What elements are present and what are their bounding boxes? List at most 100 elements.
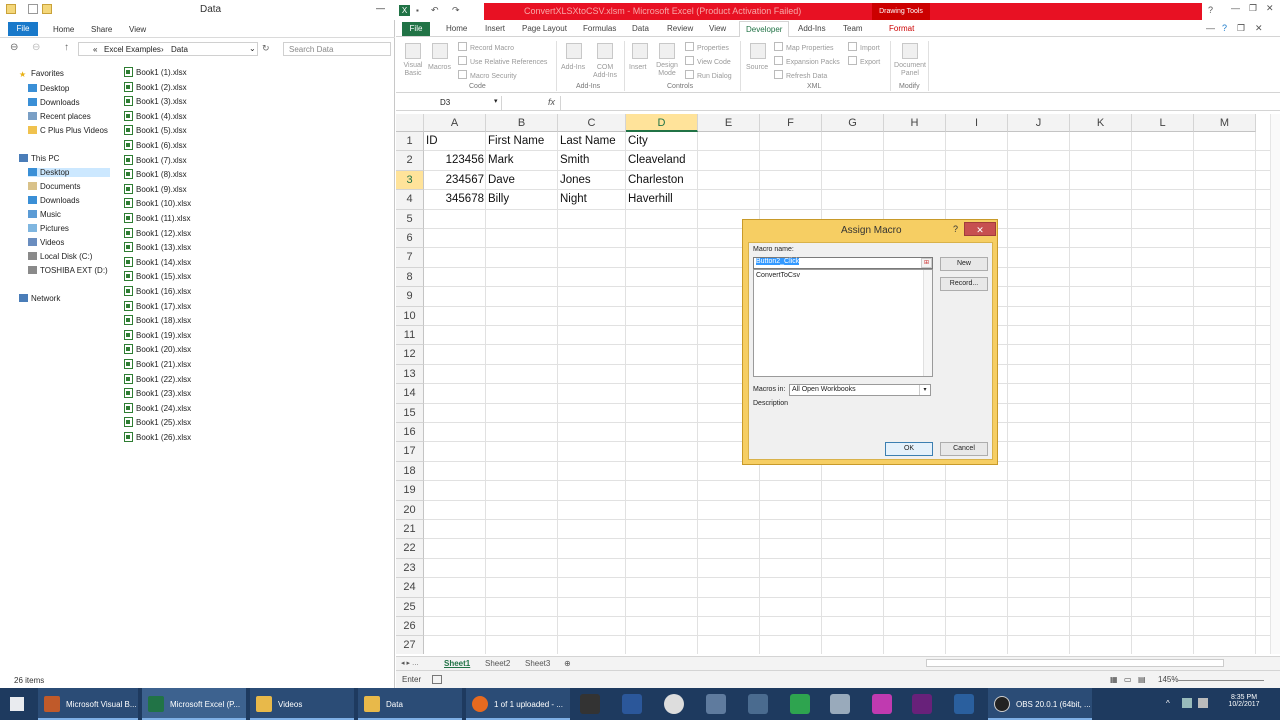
tab-view[interactable]: View	[709, 24, 726, 33]
chevron-down-icon[interactable]: ▾	[494, 97, 498, 105]
chevron-down-icon[interactable]: ▾	[919, 385, 930, 395]
chrome-icon[interactable]	[664, 694, 684, 714]
tab-add-ins[interactable]: Add-Ins	[798, 24, 826, 33]
source-button[interactable]: Source	[746, 64, 768, 71]
file-item[interactable]: Book1 (2).xlsx	[124, 81, 187, 92]
select-all-corner[interactable]	[396, 114, 424, 132]
macro-list[interactable]: ConvertToCsv	[753, 269, 933, 377]
windows-start-icon[interactable]	[10, 697, 24, 711]
horizontal-scrollbar[interactable]	[926, 659, 1224, 667]
app-icon[interactable]	[872, 694, 892, 714]
file-item[interactable]: Book1 (5).xlsx	[124, 125, 187, 136]
taskbar-excel[interactable]: Microsoft Excel (P...	[142, 688, 246, 720]
row-header-20[interactable]: 20	[396, 500, 424, 520]
explorer-tab-view[interactable]: View	[129, 25, 146, 34]
cell-c2[interactable]: Smith	[560, 151, 624, 170]
list-scrollbar[interactable]	[923, 270, 932, 376]
column-header-h[interactable]: H	[884, 114, 946, 132]
macro-name-input[interactable]: Button2_Click	[753, 257, 933, 269]
file-item[interactable]: Book1 (3).xlsx	[124, 96, 187, 107]
row-header-2[interactable]: 2	[396, 151, 424, 171]
macro-record-icon[interactable]	[432, 675, 442, 684]
explorer-tab-home[interactable]: Home	[53, 25, 74, 34]
minimize-icon[interactable]: —	[376, 3, 385, 13]
row-header-12[interactable]: 12	[396, 345, 424, 365]
row-header-15[interactable]: 15	[396, 403, 424, 423]
up-arrow-icon[interactable]: ↑	[64, 42, 69, 53]
sheet-tab-2[interactable]: Sheet2	[485, 659, 510, 668]
view-page-layout-icon[interactable]: ▭	[1124, 675, 1132, 684]
collapse-dialog-icon[interactable]: ⊞	[921, 258, 932, 268]
explorer-tab-file[interactable]: File	[8, 22, 38, 36]
explorer-tab-share[interactable]: Share	[91, 25, 112, 34]
nav-fav-downloads[interactable]: Downloads	[28, 98, 80, 107]
cell-b1[interactable]: First Name	[488, 132, 556, 151]
nav-pc-toshiba[interactable]: TOSHIBA EXT (D:)	[28, 266, 108, 275]
list-item[interactable]: ConvertToCsv	[756, 272, 800, 279]
back-icon[interactable]: ⊖	[10, 42, 18, 53]
column-header-k[interactable]: K	[1070, 114, 1132, 132]
tab-data[interactable]: Data	[632, 24, 649, 33]
file-item[interactable]: Book1 (14).xlsx	[124, 256, 191, 267]
add-ins-button[interactable]: Add-Ins	[561, 64, 585, 71]
taskbar-videos[interactable]: Videos	[250, 688, 354, 720]
cell-c3[interactable]: Jones	[560, 171, 624, 190]
ok-button[interactable]: OK	[885, 442, 933, 456]
volume-tray-icon[interactable]	[1198, 698, 1208, 708]
tab-file[interactable]: File	[402, 22, 430, 36]
nav-pc-downloads[interactable]: Downloads	[28, 196, 80, 205]
properties-icon[interactable]	[28, 4, 38, 14]
nav-pc-pictures[interactable]: Pictures	[28, 224, 69, 233]
column-header-l[interactable]: L	[1132, 114, 1194, 132]
clock[interactable]: 8:35 PM 10/2/2017	[1224, 694, 1264, 708]
row-header-25[interactable]: 25	[396, 597, 424, 617]
row-header-17[interactable]: 17	[396, 442, 424, 462]
app-icon[interactable]	[748, 694, 768, 714]
row-header-3[interactable]: 3	[396, 170, 424, 191]
cell-a1[interactable]: ID	[426, 132, 484, 151]
nav-favorites[interactable]: ★ Favorites	[19, 69, 64, 79]
import-button[interactable]: Import	[848, 42, 880, 52]
row-header-11[interactable]: 11	[396, 326, 424, 346]
column-header-j[interactable]: J	[1008, 114, 1070, 132]
file-item[interactable]: Book1 (6).xlsx	[124, 140, 187, 150]
row-header-5[interactable]: 5	[396, 209, 424, 229]
column-header-m[interactable]: M	[1194, 114, 1256, 132]
visual-basic-button[interactable]: Visual Basic	[400, 62, 426, 78]
network-tray-icon[interactable]	[1182, 698, 1192, 708]
tab-developer[interactable]: Developer	[739, 21, 790, 38]
cell-b3[interactable]: Dave	[488, 171, 556, 190]
view-page-break-icon[interactable]: ▤	[1138, 675, 1146, 684]
utorrent-icon[interactable]	[790, 694, 810, 714]
new-folder-icon[interactable]	[42, 4, 52, 14]
file-item[interactable]: Book1 (21).xlsx	[124, 359, 191, 369]
expansion-packs-button[interactable]: Expansion Packs	[774, 56, 840, 66]
tray-chevron-icon[interactable]: ^	[1166, 699, 1170, 708]
cell-b4[interactable]: Billy	[488, 190, 556, 209]
sheet-nav-arrows-icon[interactable]: ◂ ▸ …	[401, 659, 419, 667]
insert-control-button[interactable]: Insert	[629, 64, 647, 71]
document-panel-button[interactable]: Document Panel	[892, 62, 928, 78]
cell-c1[interactable]: Last Name	[560, 132, 624, 151]
design-mode-button[interactable]: Design Mode	[653, 62, 681, 78]
app-icon[interactable]	[706, 694, 726, 714]
file-item[interactable]: Book1 (12).xlsx	[124, 227, 191, 238]
sheet-tab-3[interactable]: Sheet3	[525, 659, 550, 668]
nav-fav-cpp-videos[interactable]: C Plus Plus Videos	[28, 126, 108, 135]
app-icon[interactable]	[830, 694, 850, 714]
nav-pc-desktop[interactable]: Desktop	[28, 168, 110, 177]
view-code-button[interactable]: View Code	[685, 56, 731, 66]
row-header-8[interactable]: 8	[396, 267, 424, 288]
row-header-23[interactable]: 23	[396, 558, 424, 579]
file-item[interactable]: Book1 (9).xlsx	[124, 183, 187, 194]
column-header-g[interactable]: G	[822, 114, 884, 132]
tab-page-layout[interactable]: Page Layout	[522, 24, 567, 33]
row-header-19[interactable]: 19	[396, 481, 424, 501]
zoom-slider[interactable]	[1178, 680, 1264, 681]
row-header-26[interactable]: 26	[396, 617, 424, 637]
file-item[interactable]: Book1 (1).xlsx	[124, 67, 187, 77]
row-header-10[interactable]: 10	[396, 306, 424, 326]
help-icon[interactable]: ?	[1222, 23, 1227, 33]
minimize-icon[interactable]: —	[1231, 3, 1240, 13]
column-header-b[interactable]: B	[486, 114, 558, 132]
